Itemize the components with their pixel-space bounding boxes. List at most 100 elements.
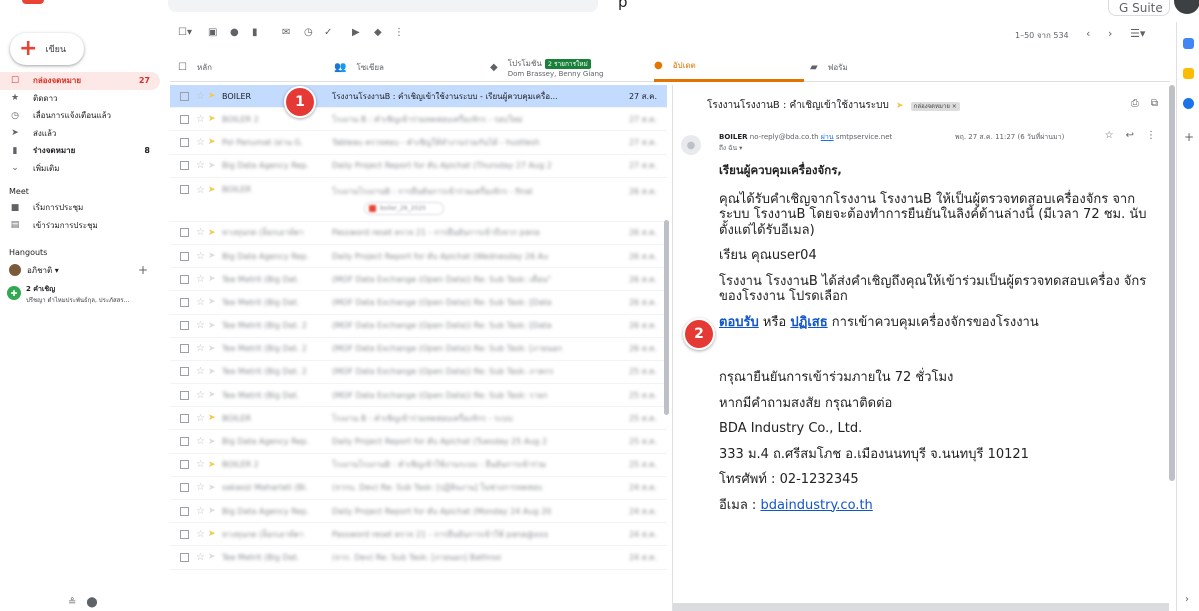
email-row[interactable]: ☆ ➤ BOILER โรงงานโรงงานB : คำเชิญเข้าใช้งาน… <box>170 85 667 109</box>
important-icon[interactable]: ➤ <box>208 185 222 195</box>
email-row[interactable]: ☆ ➤ ทางทุนกด (ล็อกเอาท์ตา Password reset ตร… <box>170 222 667 245</box>
attachment-chip[interactable]: boiler_26_2020 <box>364 201 444 215</box>
star-icon[interactable]: ☆ <box>196 114 208 125</box>
row-checkbox[interactable] <box>180 390 189 400</box>
email-row[interactable]: ☆ ➤ ทางทุนกด (ล็อกเอาท์ตา Password reset ตร… <box>170 523 667 547</box>
email-row[interactable]: ☆ ➤ Tee Metrit (Big Dat. 2 (MOF Data Exchan… <box>170 361 667 385</box>
gmail-logo[interactable] <box>22 0 44 4</box>
add-addon-icon[interactable]: + <box>1184 130 1194 144</box>
email-row[interactable]: ☆ ➤ Big Data Agency Rep. Daily Project Repo… <box>170 245 667 269</box>
email-row[interactable]: ☆ ➤ Pol Panumat (ผ่าน G. Tableau ตรวจสอบ - … <box>170 131 667 155</box>
meet-item[interactable]: ▤ เข้าร่วมการประชุม <box>0 217 160 235</box>
important-icon[interactable]: ➤ <box>208 321 222 331</box>
star-icon[interactable]: ☆ <box>196 459 208 470</box>
row-checkbox[interactable] <box>180 483 189 493</box>
tab-1[interactable]: 👥 โซเชียล <box>334 52 484 82</box>
important-icon[interactable]: ➤ <box>208 137 222 147</box>
nav-item[interactable]: ☐ กล่องจดหมาย 27 <box>0 72 160 90</box>
email-row[interactable]: ☆ ➤ Tee Metrit (Big Dat. (จาก. Dev) Re: Sub… <box>170 546 667 570</box>
next-page-icon[interactable]: › <box>1108 27 1112 40</box>
star-icon[interactable]: ☆ <box>196 251 208 262</box>
company-email-link[interactable]: bdaindustry.co.th <box>760 498 872 513</box>
via-link[interactable]: ผ่าน <box>821 133 834 141</box>
email-row[interactable]: ☆ ➤ Big Data Agency Rep. Daily Project Repo… <box>170 430 667 454</box>
important-icon[interactable]: ➤ <box>208 297 222 307</box>
mark-read-icon[interactable]: ✉ <box>282 27 290 38</box>
compose-button[interactable]: + เขียน <box>10 33 84 65</box>
star-icon[interactable]: ☆ <box>196 506 208 517</box>
email-row[interactable]: ☆ ➤ Tee Metrit (Big Dat. 2 (MOF Data Exchan… <box>170 315 667 338</box>
email-row[interactable]: ☆ ➤ BOILER โรงงาน B : คำเชิญเข้าร่วมทดสอบเค… <box>170 407 667 431</box>
nav-item[interactable]: ◷ เลื่อนการแจ้งเตือนแล้ว <box>0 107 160 125</box>
move-to-icon[interactable]: ▶ <box>352 27 360 38</box>
email-row[interactable]: ☆ ➤ Tee Metrit (Big Dat. 2 (MOF Data Exchan… <box>170 338 667 361</box>
important-icon[interactable]: ➤ <box>896 101 904 111</box>
row-checkbox[interactable] <box>180 529 189 539</box>
star-icon[interactable]: ☆ <box>196 274 208 285</box>
split-pane-icon[interactable]: ☰▾ <box>1130 27 1145 40</box>
row-checkbox[interactable] <box>180 344 189 354</box>
reader-scrollbar[interactable] <box>1169 85 1175 481</box>
row-checkbox[interactable] <box>180 137 189 147</box>
star-icon[interactable]: ☆ <box>196 320 208 331</box>
star-icon[interactable]: ☆ <box>196 137 208 148</box>
nav-item[interactable]: ⌄ เพิ่มเติม <box>0 160 160 178</box>
star-icon[interactable]: ☆ <box>196 366 208 377</box>
more-icon[interactable]: ⋮ <box>1146 130 1156 141</box>
list-scrollbar[interactable] <box>664 220 669 415</box>
important-icon[interactable]: ➤ <box>208 460 222 470</box>
row-checkbox[interactable] <box>180 91 189 101</box>
email-row[interactable]: ☆ ➤ BOILER 2 โรงงาน B : คำเชิญเข้าร่วมทดสอบ… <box>170 108 667 132</box>
search-input[interactable] <box>168 0 598 12</box>
important-icon[interactable]: ➤ <box>208 483 222 493</box>
nav-item[interactable]: ★ ติดดาว <box>0 90 160 108</box>
star-icon[interactable]: ☆ <box>1105 130 1114 141</box>
tab-3[interactable]: ● อัปเดต <box>654 52 804 82</box>
archive-icon[interactable]: ▣ <box>208 27 217 38</box>
important-icon[interactable]: ➤ <box>208 91 222 101</box>
important-icon[interactable]: ➤ <box>208 437 222 447</box>
open-new-window-icon[interactable]: ⧉ <box>1151 98 1158 109</box>
person-icon[interactable]: ≗ <box>68 597 76 608</box>
expand-icon[interactable]: › <box>1185 594 1189 605</box>
email-row[interactable]: ☆ ➤ sakaozi Maharlati (Bl. (จากบ. Dev) Re: … <box>170 477 667 500</box>
inbox-label-chip[interactable]: กล่องจดหมาย × <box>910 102 960 111</box>
avatar[interactable] <box>1174 0 1199 14</box>
email-row[interactable]: ☆ ➤ Big Data Agency Rep. Daily Project Repo… <box>170 500 667 524</box>
reject-link[interactable]: ปฏิเสธ <box>790 315 827 330</box>
important-icon[interactable]: ➤ <box>208 161 222 171</box>
row-checkbox[interactable] <box>180 413 189 423</box>
star-icon[interactable]: ☆ <box>196 436 208 447</box>
star-icon[interactable]: ☆ <box>196 390 208 401</box>
star-icon[interactable]: ☆ <box>196 185 208 196</box>
email-row[interactable]: ☆ ➤ Big Data Agency Rep. Daily Project Repo… <box>170 155 667 178</box>
delete-icon[interactable]: ▮ <box>252 27 258 38</box>
accept-link[interactable]: ตอบรับ <box>719 315 759 330</box>
important-icon[interactable]: ➤ <box>208 274 222 284</box>
important-icon[interactable]: ➤ <box>208 390 222 400</box>
row-checkbox[interactable] <box>180 228 189 238</box>
row-checkbox[interactable] <box>180 184 189 194</box>
important-icon[interactable]: ➤ <box>208 552 222 562</box>
report-spam-icon[interactable]: ● <box>230 27 239 38</box>
row-checkbox[interactable] <box>180 552 189 562</box>
select-checkbox-icon[interactable]: ☐▾ <box>178 27 192 38</box>
print-icon[interactable]: ⎙ <box>1131 98 1139 109</box>
star-icon[interactable]: ☆ <box>196 529 208 540</box>
important-icon[interactable]: ➤ <box>208 367 222 377</box>
row-checkbox[interactable] <box>180 321 189 331</box>
row-checkbox[interactable] <box>180 114 189 124</box>
add-task-icon[interactable]: ✓ <box>324 27 332 38</box>
location-icon[interactable]: ⬤ <box>86 597 97 608</box>
tab-4[interactable]: ▰ ฟอรัม <box>810 52 960 82</box>
important-icon[interactable]: ➤ <box>208 228 222 238</box>
important-icon[interactable]: ➤ <box>208 251 222 261</box>
calendar-icon[interactable] <box>1183 38 1194 49</box>
row-checkbox[interactable] <box>180 251 189 261</box>
row-checkbox[interactable] <box>180 506 189 516</box>
star-icon[interactable]: ☆ <box>196 227 208 238</box>
snooze-icon[interactable]: ◷ <box>304 27 313 38</box>
row-checkbox[interactable] <box>180 274 189 284</box>
prev-page-icon[interactable]: ‹ <box>1086 27 1090 40</box>
hangouts-user[interactable]: อภิชาติ ▾ + <box>0 260 160 280</box>
